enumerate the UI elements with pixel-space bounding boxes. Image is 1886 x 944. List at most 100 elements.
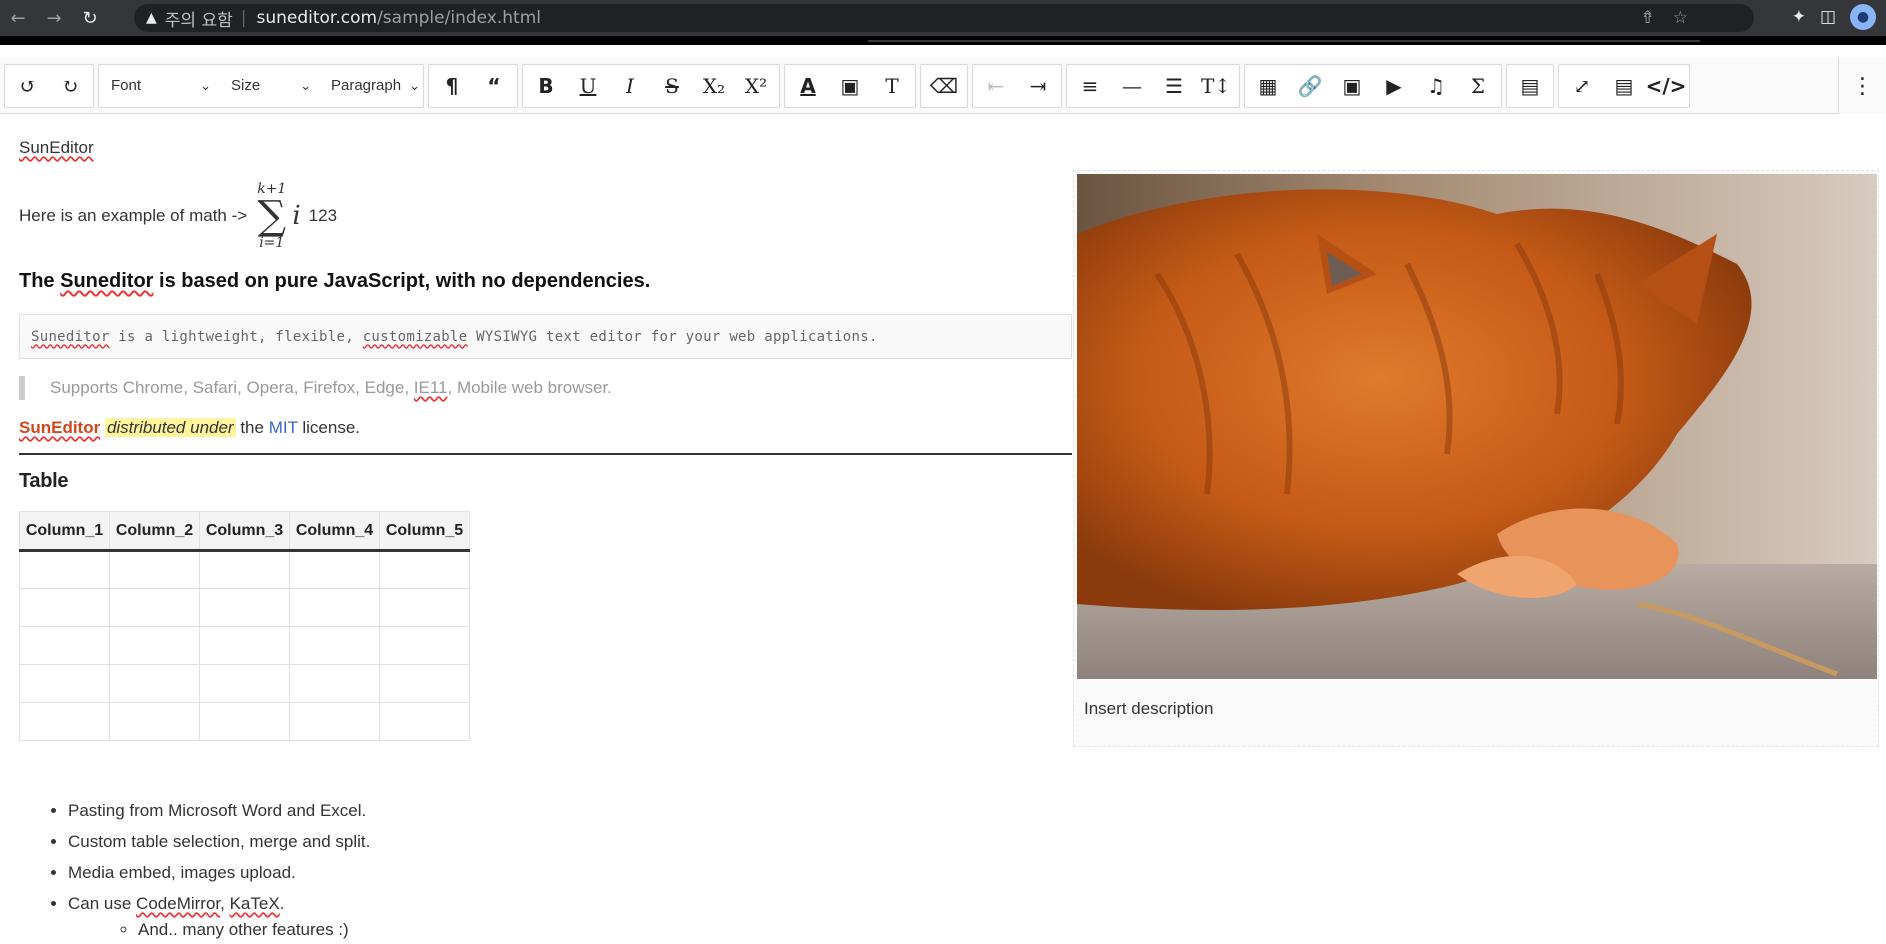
- table-cell[interactable]: [289, 626, 380, 665]
- math-icon[interactable]: Σ: [1457, 66, 1499, 106]
- back-arrow-icon[interactable]: ←: [0, 0, 36, 36]
- table-cell[interactable]: [199, 626, 290, 665]
- quote-ie11: IE11: [413, 378, 448, 397]
- font-color-icon[interactable]: A: [787, 66, 829, 106]
- mit-link[interactable]: MIT: [269, 418, 298, 437]
- format-select[interactable]: Paragraph ⌄: [321, 66, 421, 106]
- table-cell[interactable]: [379, 702, 470, 741]
- heading-post-text: is based on pure JavaScript, with no dep…: [153, 270, 651, 292]
- blockquote-icon[interactable]: “: [473, 66, 515, 106]
- forward-arrow-icon[interactable]: →: [36, 0, 72, 36]
- table-cell[interactable]: [379, 588, 470, 627]
- table-cell[interactable]: [289, 550, 380, 589]
- bookmark-star-icon[interactable]: ☆: [1673, 8, 1688, 28]
- table-cell[interactable]: [109, 550, 200, 589]
- ordered-list-icon[interactable]: ☰: [1153, 66, 1195, 106]
- table-header-cell[interactable]: Column_1: [19, 511, 110, 552]
- table-header-cell[interactable]: Column_4: [289, 511, 380, 552]
- subscript-icon[interactable]: X₂: [693, 66, 735, 106]
- share-icon[interactable]: ⇮: [1641, 8, 1655, 28]
- table-cell[interactable]: [199, 664, 290, 703]
- line-height-icon[interactable]: T↕: [1195, 66, 1237, 106]
- table-cell[interactable]: [379, 664, 470, 703]
- sum-lower-bound: i=1: [259, 235, 285, 251]
- table-icon[interactable]: ▦: [1247, 66, 1289, 106]
- side-panel-icon[interactable]: ◫: [1820, 7, 1836, 27]
- table-cell[interactable]: [109, 588, 200, 627]
- bold-icon[interactable]: B: [525, 66, 567, 106]
- image-icon[interactable]: ▣: [1331, 66, 1373, 106]
- code-word-customizable: customizable: [362, 328, 468, 345]
- size-select[interactable]: Size ⌄: [221, 66, 321, 106]
- table-cell[interactable]: [199, 588, 290, 627]
- font-select[interactable]: Font ⌄: [101, 66, 221, 106]
- video-icon[interactable]: ▶: [1373, 66, 1415, 106]
- undo-icon[interactable]: ↺: [7, 66, 49, 106]
- warning-icon[interactable]: ▲: [146, 10, 157, 26]
- underline-icon[interactable]: U: [567, 66, 609, 106]
- table-cell[interactable]: [109, 702, 200, 741]
- table-cell[interactable]: [199, 550, 290, 589]
- table-cell[interactable]: [109, 626, 200, 665]
- block-group: ¶ “: [428, 63, 518, 108]
- align-left-icon[interactable]: ≡: [1069, 66, 1111, 106]
- table-row: [19, 702, 470, 741]
- outdent-icon[interactable]: ⇤: [975, 66, 1017, 106]
- image-caption[interactable]: Insert description: [1084, 699, 1213, 719]
- italic-icon[interactable]: I: [609, 66, 651, 106]
- title-link[interactable]: SunEditor: [19, 138, 94, 158]
- quote-text-post: , Mobile web browser.: [447, 378, 612, 397]
- strikethrough-icon[interactable]: S: [651, 66, 693, 106]
- code-view-icon[interactable]: </>: [1645, 66, 1687, 106]
- show-blocks-icon[interactable]: ▤: [1603, 66, 1645, 106]
- extensions-puzzle-icon[interactable]: ✦: [1792, 7, 1806, 27]
- insert-group: ▦ 🔗 ▣ ▶ ♫ Σ: [1244, 63, 1502, 108]
- table-cell[interactable]: [379, 550, 470, 589]
- gallery-group: ▤: [1506, 63, 1554, 108]
- highlight-color-icon[interactable]: ▣: [829, 66, 871, 106]
- codemirror-text: CodeMirror: [136, 894, 221, 913]
- table-cell[interactable]: [379, 626, 470, 665]
- superscript-icon[interactable]: X²: [735, 66, 777, 106]
- table-cell[interactable]: [109, 664, 200, 703]
- security-warning-text[interactable]: 주의 요함: [165, 6, 233, 31]
- table-cell[interactable]: [19, 626, 110, 665]
- eraser-icon[interactable]: ⌫: [923, 66, 965, 106]
- table-header-cell[interactable]: Column_5: [379, 511, 470, 552]
- table-header-cell[interactable]: Column_3: [199, 511, 290, 552]
- list-separator: ,: [220, 894, 230, 913]
- image-gallery-icon[interactable]: ▤: [1509, 66, 1551, 106]
- indent-icon[interactable]: ⇥: [1017, 66, 1059, 106]
- table-cell[interactable]: [19, 664, 110, 703]
- table-cell[interactable]: [289, 588, 380, 627]
- table-header-cell[interactable]: Column_2: [109, 511, 200, 552]
- table-cell[interactable]: [289, 664, 380, 703]
- link-icon[interactable]: 🔗: [1289, 66, 1331, 106]
- sub-list-item: And.. many other features :): [138, 919, 370, 941]
- image-figure[interactable]: Insert description: [1073, 170, 1879, 747]
- url-path[interactable]: /sample/index.html: [377, 8, 541, 28]
- url-host[interactable]: suneditor.com: [256, 8, 377, 28]
- table-cell[interactable]: [19, 702, 110, 741]
- table-cell[interactable]: [199, 702, 290, 741]
- reload-icon[interactable]: ↻: [72, 0, 108, 36]
- text-style-icon[interactable]: T: [871, 66, 913, 106]
- license-paragraph: SunEditor distributed under the MIT lice…: [19, 418, 360, 438]
- paragraph-style-icon[interactable]: ¶: [431, 66, 473, 106]
- editor-content-area[interactable]: SunEditor Here is an example of math -> …: [0, 114, 1886, 944]
- table-cell[interactable]: [19, 588, 110, 627]
- address-bar[interactable]: ▲ 주의 요함 | suneditor.com /sample/index.ht…: [134, 4, 1754, 32]
- chevron-down-icon: ⌄: [300, 77, 311, 93]
- table-cell[interactable]: [289, 702, 380, 741]
- redo-icon[interactable]: ↻: [49, 66, 91, 106]
- fullscreen-icon[interactable]: ⤢: [1561, 66, 1603, 106]
- katex-sum[interactable]: k+1 ∑ i=1: [257, 181, 286, 251]
- cat-photo[interactable]: [1077, 174, 1877, 679]
- horizontal-rule-icon[interactable]: —: [1111, 66, 1153, 106]
- quote-text-pre: Supports Chrome, Safari, Opera, Firefox,…: [50, 378, 414, 397]
- table-cell[interactable]: [19, 550, 110, 589]
- content-table[interactable]: Column_1 Column_2 Column_3 Column_4 Colu…: [19, 511, 470, 741]
- profile-avatar[interactable]: ●: [1850, 4, 1876, 30]
- audio-icon[interactable]: ♫: [1415, 66, 1457, 106]
- more-options-icon[interactable]: ⋮: [1838, 58, 1886, 114]
